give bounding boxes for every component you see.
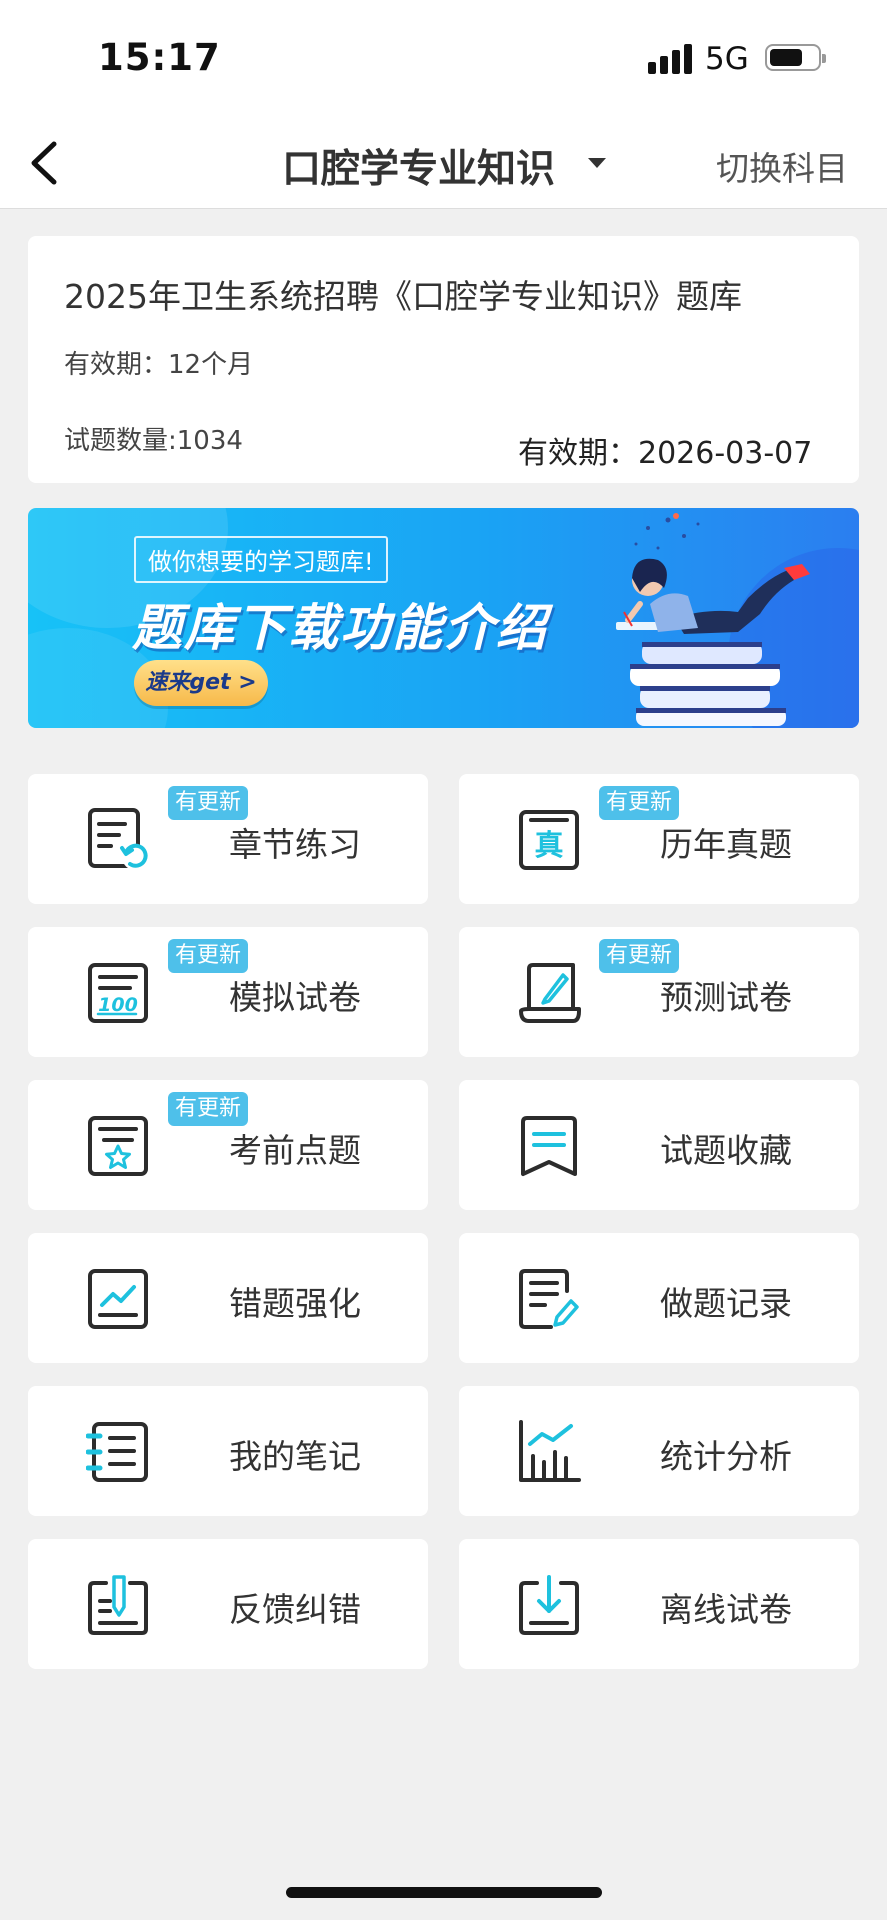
home-indicator bbox=[286, 1887, 602, 1898]
tile-favorites[interactable]: 试题收藏 bbox=[459, 1080, 859, 1210]
tile-label: 考前点题 bbox=[229, 1131, 361, 1170]
favorites-icon bbox=[521, 1116, 577, 1176]
tile-prediction-exam[interactable]: 预测试卷 有更新 bbox=[459, 927, 859, 1057]
feedback-icon bbox=[88, 1575, 148, 1635]
banner-title: 题库下载功能介绍 bbox=[132, 599, 548, 657]
tile-label: 模拟试卷 bbox=[229, 978, 361, 1017]
svg-text:真: 真 bbox=[534, 828, 563, 862]
update-badge: 有更新 bbox=[599, 939, 680, 973]
tile-past-exams[interactable]: 真 历年真题 有更新 bbox=[459, 774, 859, 904]
validity-period: 有效期：12个月 bbox=[64, 350, 254, 380]
battery-icon bbox=[765, 44, 826, 71]
nav-bar: 口腔学专业知识 切换科目 bbox=[0, 120, 887, 209]
tile-label: 错题强化 bbox=[229, 1284, 361, 1323]
tile-mock-exam[interactable]: 100 模拟试卷 有更新 bbox=[28, 927, 428, 1057]
offline-exam-icon bbox=[519, 1575, 579, 1635]
prediction-exam-icon bbox=[519, 963, 581, 1023]
status-bar: 15:17 5G bbox=[0, 0, 887, 120]
update-badge: 有更新 bbox=[599, 786, 680, 820]
tile-notes[interactable]: 我的笔记 bbox=[28, 1386, 428, 1516]
tile-label: 我的笔记 bbox=[229, 1437, 361, 1476]
wrong-questions-icon bbox=[88, 1269, 148, 1329]
switch-subject-button[interactable]: 切换科目 bbox=[716, 142, 848, 190]
update-badge: 有更新 bbox=[168, 786, 249, 820]
question-bank-info-card: 2025年卫生系统招聘《口腔学专业知识》题库 有效期：12个月 试题数量:103… bbox=[28, 236, 859, 483]
tile-offline-exam[interactable]: 离线试卷 bbox=[459, 1539, 859, 1669]
tile-feedback[interactable]: 反馈纠错 bbox=[28, 1539, 428, 1669]
reading-girl-illustration bbox=[616, 513, 810, 726]
tile-label: 反馈纠错 bbox=[229, 1590, 361, 1629]
status-time: 15:17 bbox=[98, 36, 221, 79]
banner-subtitle: 做你想要的学习题库! bbox=[134, 536, 388, 583]
tile-statistics[interactable]: 统计分析 bbox=[459, 1386, 859, 1516]
svg-text:100: 100 bbox=[98, 994, 138, 1016]
question-count: 试题数量:1034 bbox=[64, 426, 243, 456]
tile-label: 统计分析 bbox=[660, 1437, 792, 1476]
network-type: 5G bbox=[705, 41, 749, 77]
tile-label: 历年真题 bbox=[660, 825, 792, 864]
chapter-practice-icon bbox=[88, 808, 148, 870]
tile-label: 离线试卷 bbox=[660, 1590, 792, 1629]
pre-exam-tips-icon bbox=[88, 1116, 148, 1176]
tile-chapter-practice[interactable]: 章节练习 有更新 bbox=[28, 774, 428, 904]
practice-record-icon bbox=[519, 1269, 579, 1329]
tile-pre-exam-tips[interactable]: 考前点题 有更新 bbox=[28, 1080, 428, 1210]
dropdown-caret-icon[interactable] bbox=[588, 158, 606, 168]
question-bank-title: 2025年卫生系统招聘《口腔学专业知识》题库 bbox=[64, 277, 742, 316]
statistics-icon bbox=[519, 1420, 581, 1482]
banner-cta-button[interactable]: 速来get > bbox=[134, 660, 268, 706]
page-title[interactable]: 口腔学专业知识 bbox=[282, 138, 555, 194]
tile-label: 章节练习 bbox=[229, 825, 361, 864]
back-arrow-icon[interactable] bbox=[22, 138, 68, 188]
tile-wrong-questions[interactable]: 错题强化 bbox=[28, 1233, 428, 1363]
update-badge: 有更新 bbox=[168, 939, 249, 973]
cellular-signal-icon bbox=[648, 44, 692, 74]
notes-icon bbox=[86, 1422, 148, 1482]
expiry-date: 有效期：2026-03-07 bbox=[518, 436, 813, 471]
past-exams-icon: 真 bbox=[519, 810, 579, 870]
mock-exam-icon: 100 bbox=[88, 963, 148, 1023]
promo-banner[interactable]: 做你想要的学习题库! 题库下载功能介绍 速来get > bbox=[28, 508, 859, 728]
update-badge: 有更新 bbox=[168, 1092, 249, 1126]
tile-label: 试题收藏 bbox=[660, 1131, 792, 1170]
tile-label: 做题记录 bbox=[660, 1284, 792, 1323]
tile-practice-record[interactable]: 做题记录 bbox=[459, 1233, 859, 1363]
tile-label: 预测试卷 bbox=[660, 978, 792, 1017]
